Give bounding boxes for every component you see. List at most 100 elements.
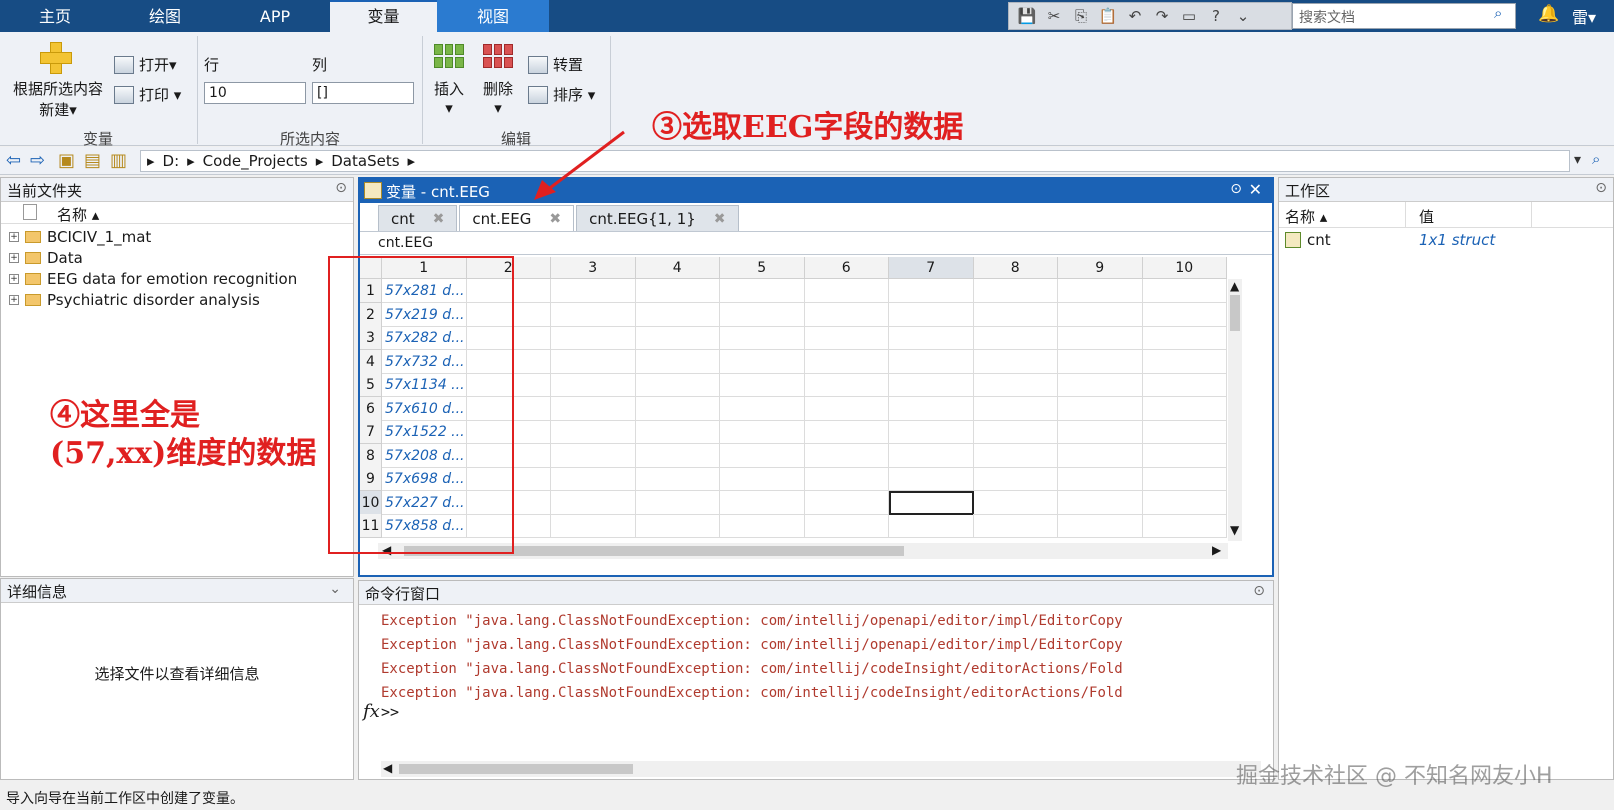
up-folder-icon[interactable]: ▣ <box>58 150 75 171</box>
search-folder-icon[interactable]: ⌕ <box>1592 150 1600 168</box>
table-cell[interactable] <box>973 514 1058 538</box>
table-cell[interactable] <box>804 349 889 374</box>
close-icon[interactable]: ✖ <box>549 211 561 227</box>
paste-icon[interactable]: 📋 <box>1098 6 1118 26</box>
scroll-right-icon[interactable]: ▶ <box>1212 543 1221 557</box>
table-cell[interactable] <box>1142 349 1227 374</box>
table-cell[interactable] <box>973 302 1058 327</box>
close-icon[interactable]: ✖ <box>714 211 726 227</box>
search-icon[interactable]: ⌕ <box>1494 4 1502 22</box>
table-cell[interactable] <box>720 420 805 444</box>
search-documentation-input[interactable]: 搜索文档 <box>1292 3 1516 29</box>
table-cell[interactable] <box>551 514 636 538</box>
current-folder-path[interactable]: ▸ D: ▸ Code_Projects ▸ DataSets ▸ <box>140 150 1570 172</box>
column-header[interactable]: 5 <box>720 257 805 279</box>
table-cell[interactable] <box>804 279 889 303</box>
customize-icon[interactable]: ⌄ <box>1233 6 1253 26</box>
table-cell[interactable] <box>1058 373 1143 397</box>
table-cell[interactable] <box>1058 420 1143 444</box>
table-cell[interactable] <box>551 443 636 468</box>
table-cell[interactable] <box>720 514 805 538</box>
insert-icon[interactable] <box>434 44 464 68</box>
table-cell[interactable] <box>889 279 974 303</box>
table-cell[interactable] <box>889 514 974 538</box>
table-cell[interactable] <box>973 420 1058 444</box>
insert-button[interactable]: 插入 ▾ <box>428 78 470 117</box>
column-header[interactable]: 8 <box>973 257 1058 279</box>
folder-icon[interactable]: ▥ <box>110 150 127 171</box>
open-button[interactable]: 打开▾ <box>114 54 177 75</box>
undo-icon[interactable]: ↶ <box>1125 6 1145 26</box>
horizontal-scrollbar[interactable]: ◀ <box>381 761 1261 777</box>
table-cell[interactable] <box>720 279 805 303</box>
column-header[interactable]: 4 <box>635 257 720 279</box>
panel-menu-icon[interactable]: ⊙ <box>1595 180 1607 196</box>
save-icon[interactable]: 💾 <box>1017 6 1037 26</box>
table-cell[interactable] <box>720 490 805 515</box>
forward-icon[interactable]: ⇨ <box>30 150 45 171</box>
table-cell[interactable] <box>551 490 636 515</box>
back-icon[interactable]: ⇦ <box>6 150 21 171</box>
table-cell[interactable] <box>1058 467 1143 491</box>
column-field[interactable]: [] <box>312 82 414 104</box>
table-cell[interactable] <box>635 420 720 444</box>
table-cell[interactable] <box>635 373 720 397</box>
table-cell[interactable] <box>889 302 974 327</box>
table-cell[interactable] <box>973 467 1058 491</box>
panel-menu-icon[interactable]: ⊙ <box>1253 583 1265 599</box>
table-cell[interactable] <box>804 326 889 350</box>
name-column-header[interactable]: 名称 ▴ <box>57 204 99 225</box>
table-cell[interactable] <box>1058 396 1143 421</box>
tab-view[interactable]: 视图 <box>437 0 549 32</box>
tab-cnt-eeg[interactable]: cnt.EEG ✖ <box>459 205 575 231</box>
table-cell[interactable] <box>1142 490 1227 515</box>
delete-button[interactable]: 删除 ▾ <box>477 78 519 117</box>
folder-item[interactable]: + EEG data for emotion recognition <box>9 270 297 288</box>
table-cell[interactable] <box>804 396 889 421</box>
tab-variable[interactable]: 变量 <box>330 0 437 32</box>
tab-plots[interactable]: 绘图 <box>110 0 220 32</box>
tab-home[interactable]: 主页 <box>0 0 110 32</box>
path-dropdown-icon[interactable]: ▾ <box>1574 152 1581 168</box>
table-cell[interactable] <box>1058 349 1143 374</box>
table-cell[interactable] <box>1058 514 1143 538</box>
column-header[interactable]: 3 <box>551 257 636 279</box>
folder-item[interactable]: + Psychiatric disorder analysis <box>9 291 260 309</box>
transpose-button[interactable]: 转置 <box>528 54 583 75</box>
command-prompt[interactable]: >> <box>381 703 399 721</box>
scroll-left-icon[interactable]: ◀ <box>383 761 392 775</box>
table-cell[interactable] <box>1058 279 1143 303</box>
table-cell[interactable] <box>889 420 974 444</box>
new-from-selection-icon[interactable] <box>40 42 72 74</box>
table-cell[interactable] <box>720 326 805 350</box>
column-header[interactable]: 9 <box>1058 257 1143 279</box>
table-cell[interactable] <box>889 467 974 491</box>
scroll-down-icon[interactable]: ▼ <box>1230 523 1239 537</box>
table-cell[interactable] <box>1058 443 1143 468</box>
sort-button[interactable]: 排序 ▾ <box>528 84 595 105</box>
tab-cnt[interactable]: cnt ✖ <box>378 205 458 231</box>
expand-icon[interactable]: + <box>9 253 19 263</box>
table-cell[interactable] <box>551 302 636 327</box>
table-cell[interactable] <box>804 373 889 397</box>
value-column-header[interactable]: 值 <box>1419 206 1434 227</box>
table-cell[interactable] <box>1058 326 1143 350</box>
vertical-scrollbar[interactable]: ▲ ▼ <box>1228 279 1242 541</box>
path-segment[interactable]: D: <box>163 152 180 170</box>
table-cell[interactable] <box>1142 514 1227 538</box>
close-icon[interactable]: ✖ <box>433 211 445 227</box>
scroll-thumb[interactable] <box>1230 295 1240 331</box>
table-cell[interactable] <box>551 279 636 303</box>
table-cell[interactable] <box>804 467 889 491</box>
column-header[interactable]: 10 <box>1142 257 1227 279</box>
table-cell[interactable] <box>1142 326 1227 350</box>
table-cell[interactable] <box>551 349 636 374</box>
table-cell[interactable] <box>973 490 1058 515</box>
help-icon[interactable]: ? <box>1206 6 1226 26</box>
table-cell[interactable] <box>889 396 974 421</box>
table-cell[interactable] <box>889 326 974 350</box>
print-button[interactable]: 打印 ▾ <box>114 84 181 105</box>
scroll-thumb[interactable] <box>399 764 633 774</box>
tab-apps[interactable]: APP <box>220 0 330 32</box>
table-cell[interactable] <box>1142 279 1227 303</box>
